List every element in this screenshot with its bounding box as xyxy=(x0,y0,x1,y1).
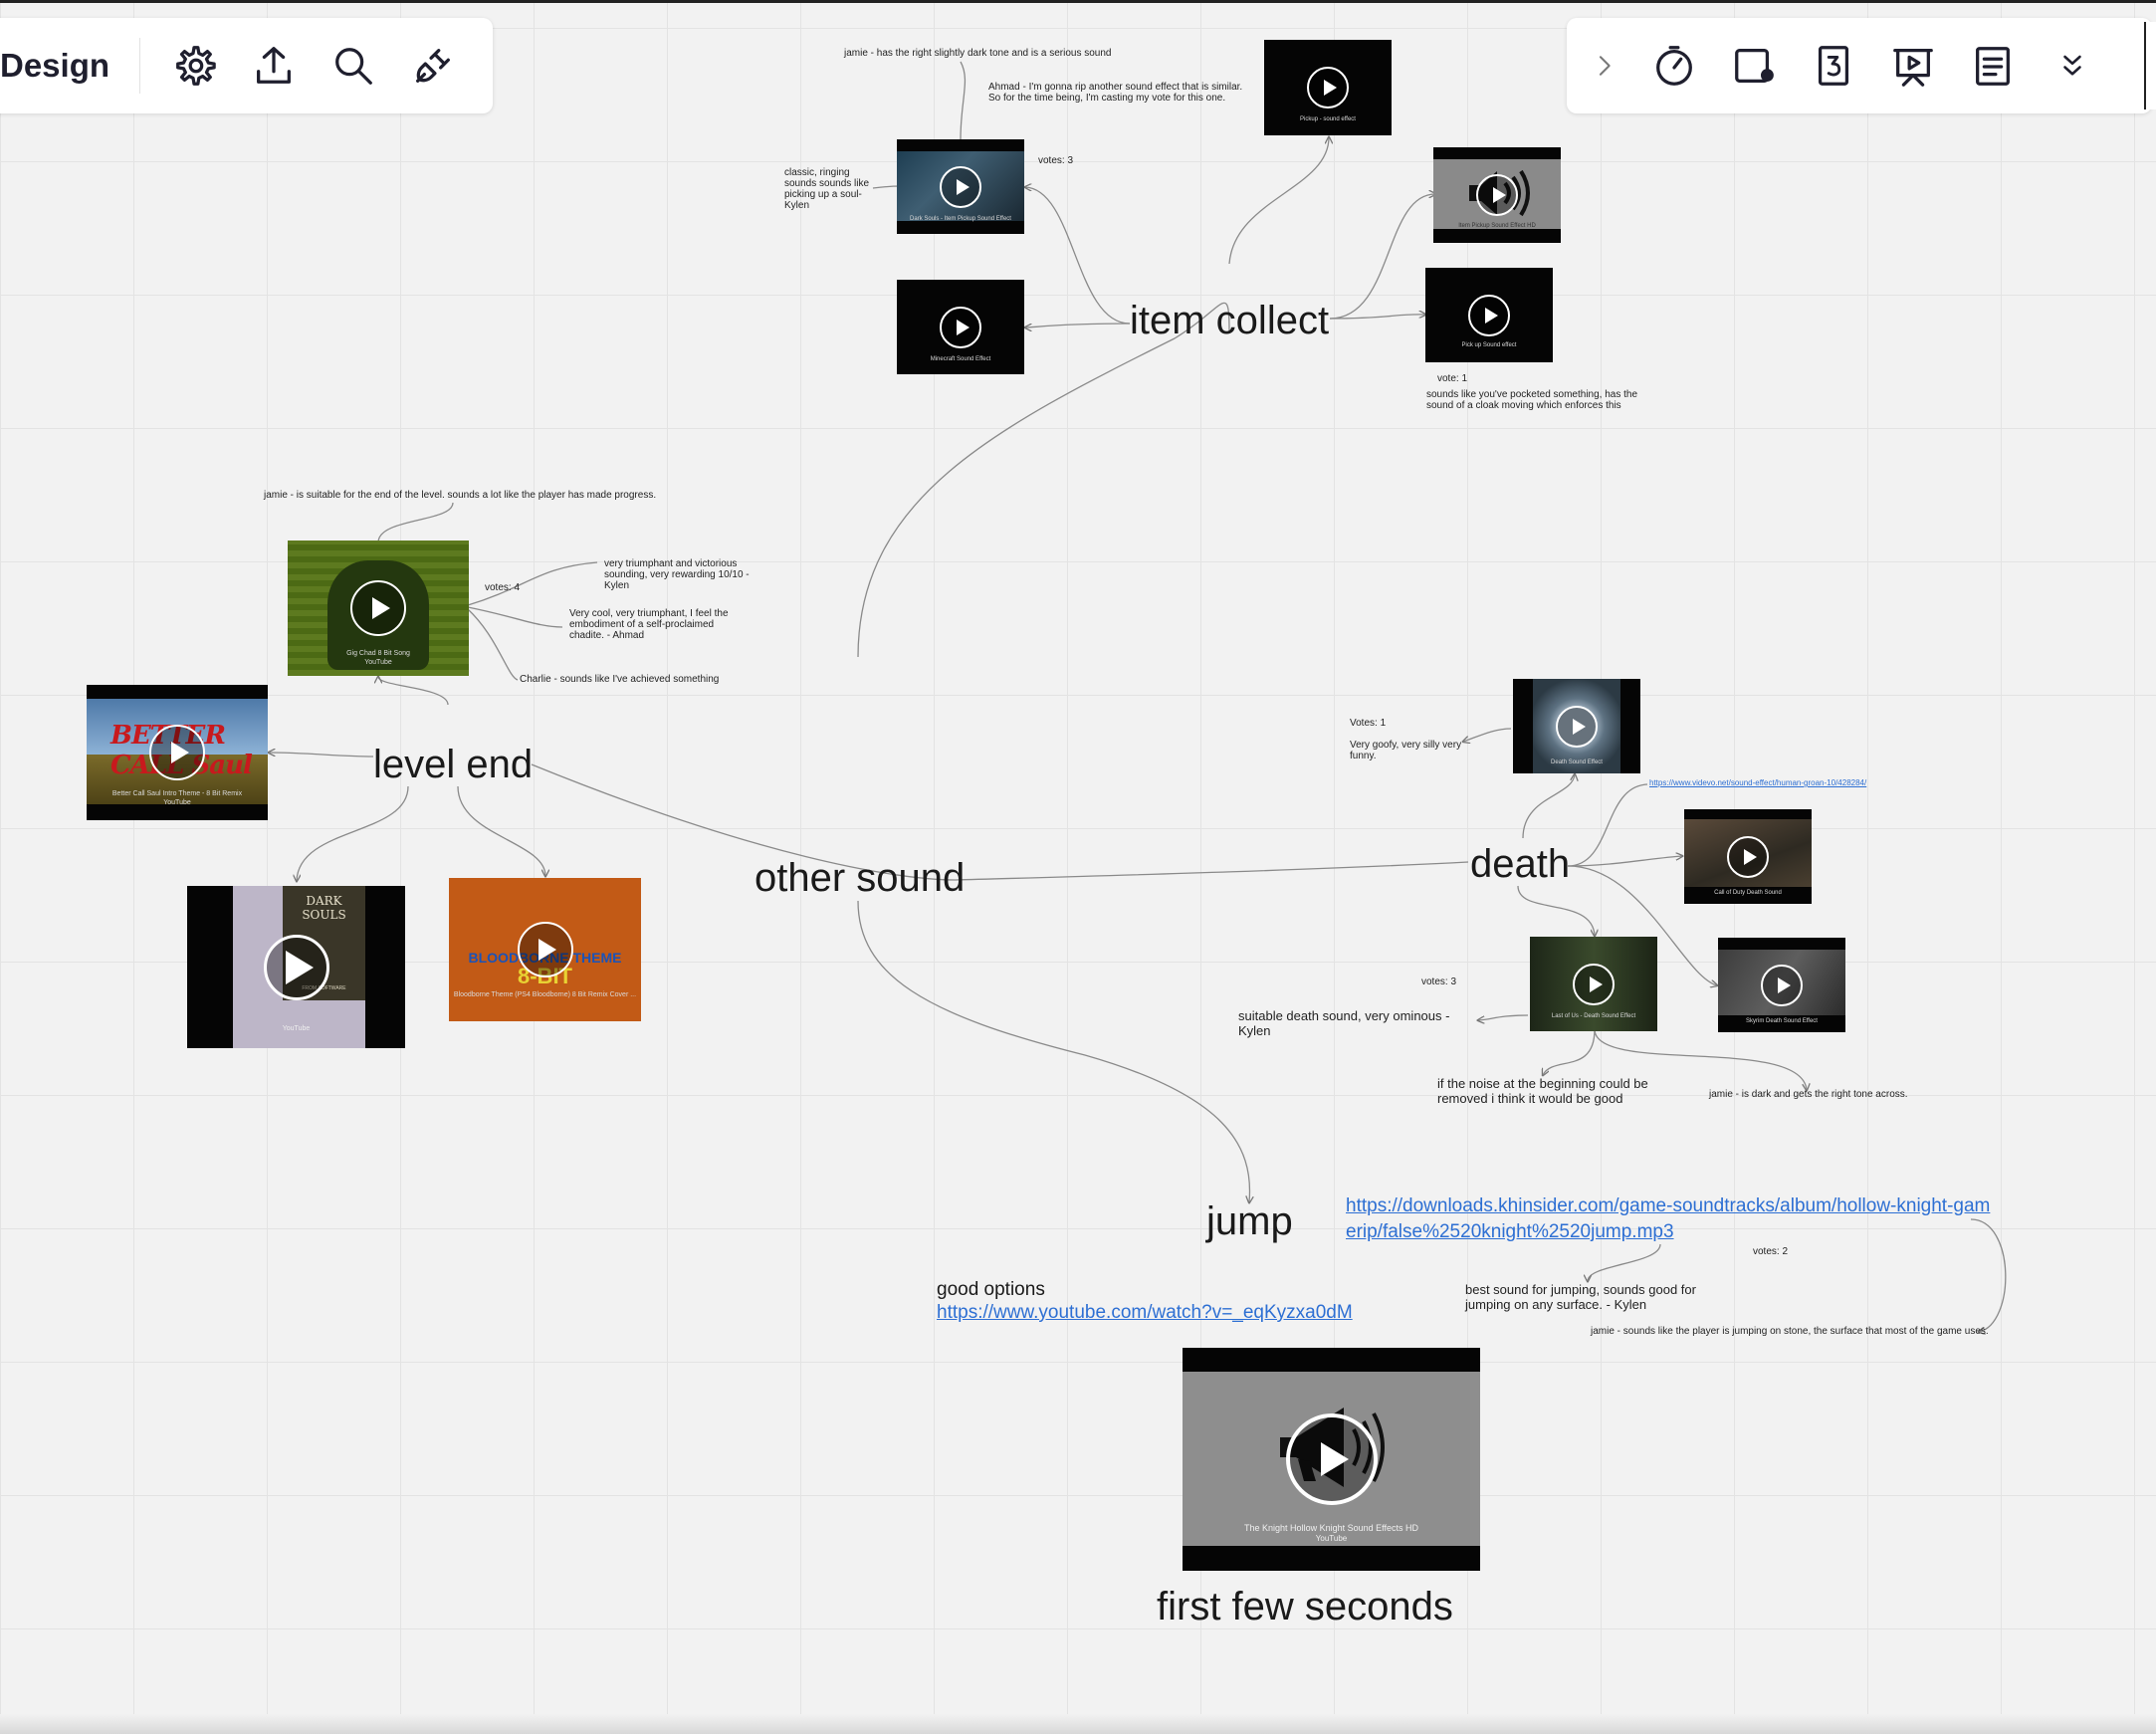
play-icon xyxy=(1573,963,1615,1005)
counter-button[interactable] xyxy=(1794,26,1873,106)
search-button[interactable] xyxy=(314,26,393,106)
note-kylen-level[interactable]: very triumphant and victorious sounding,… xyxy=(604,558,752,591)
play-icon xyxy=(1727,835,1769,878)
video-item-a[interactable]: Dark Souls - Item Pickup Sound Effect xyxy=(897,139,1024,234)
gear-icon xyxy=(176,46,216,86)
tools-toolbar xyxy=(1567,18,2152,113)
topic-level-end[interactable]: level end xyxy=(373,743,533,787)
expand-toolbar-button[interactable] xyxy=(1575,26,1634,106)
good-options-label: good options xyxy=(937,1279,1045,1300)
plug-icon xyxy=(416,49,450,83)
double-chevron-down-icon xyxy=(2063,55,2081,76)
export-button[interactable] xyxy=(234,26,314,106)
voting-button[interactable] xyxy=(1714,26,1794,106)
video-item-pickup[interactable]: Pickup - sound effect xyxy=(1264,40,1392,135)
video-jump-knight[interactable]: The Knight Hollow Knight Sound Effects H… xyxy=(1183,1348,1480,1571)
topic-other-sound[interactable]: other sound xyxy=(755,856,965,901)
upload-icon xyxy=(257,47,291,84)
note-ominous-death[interactable]: suitable death sound, very ominous - Kyl… xyxy=(1238,1008,1462,1038)
note-kylen-jump[interactable]: best sound for jumping, sounds good for … xyxy=(1465,1282,1734,1312)
note-goofy-death[interactable]: Very goofy, very silly very funny. xyxy=(1350,740,1467,761)
video-level-ds[interactable]: DARK SOULS FROM SOFTWARE YouTube xyxy=(187,886,405,1048)
note-votes-level[interactable]: votes: 4 xyxy=(485,582,520,593)
note-charlie-level[interactable]: Charlie - sounds like I've achieved some… xyxy=(520,674,768,685)
play-icon xyxy=(940,306,981,348)
play-icon xyxy=(1476,174,1518,216)
right-edge-panel xyxy=(2144,22,2156,109)
bottom-scroll-area xyxy=(0,1714,2156,1734)
video-level-bcs[interactable]: BETTER CALL Saul Better Call Saul Intro … xyxy=(87,685,268,820)
topic-death[interactable]: death xyxy=(1470,842,1570,887)
note-votes-death-a[interactable]: Votes: 1 xyxy=(1350,718,1386,729)
card-dot-icon xyxy=(1735,49,1774,83)
link-khinsider[interactable]: https://downloads.khinsider.com/game-sou… xyxy=(1346,1193,1993,1245)
play-icon xyxy=(1761,964,1803,1006)
board-toolbar: Design xyxy=(0,18,493,113)
link-youtube[interactable]: https://www.youtube.com/watch?v=_eqKyzxa… xyxy=(937,1301,1353,1325)
video-death-d[interactable]: Skyrim Death Sound Effect xyxy=(1718,938,1845,1032)
chevron-right-icon xyxy=(1599,56,1611,76)
counter-3-icon xyxy=(1818,46,1849,86)
good-options-note[interactable]: good options https://www.youtube.com/wat… xyxy=(937,1279,1353,1325)
play-icon xyxy=(1556,705,1598,748)
topic-jump[interactable]: jump xyxy=(1206,1199,1293,1244)
search-icon xyxy=(335,48,372,85)
mindmap-connectors xyxy=(0,61,2007,1734)
timer-icon xyxy=(1656,46,1692,86)
topic-item-collect[interactable]: item collect xyxy=(1130,299,1329,343)
presentation-icon xyxy=(1893,49,1933,87)
timer-button[interactable] xyxy=(1634,26,1714,106)
play-icon xyxy=(940,165,981,208)
note-jamie-death[interactable]: jamie - is dark and gets the right tone … xyxy=(1709,1089,1928,1100)
more-tools-button[interactable] xyxy=(2033,26,2112,106)
play-icon xyxy=(350,580,406,636)
video-death-b[interactable]: Call of Duty Death Sound xyxy=(1684,809,1812,904)
video-item-c[interactable]: Item Pickup Sound Effect HD xyxy=(1433,147,1561,243)
connector-other-death xyxy=(955,861,1469,881)
video-item-d[interactable]: Minecraft Sound Effect xyxy=(897,280,1024,374)
video-level-a[interactable]: Gig Chad 8 Bit Song YouTube xyxy=(288,541,469,676)
link-videvo[interactable]: https://www.videvo.net/sound-effect/huma… xyxy=(1649,778,1866,787)
board-title[interactable]: Design xyxy=(0,38,141,94)
play-icon xyxy=(517,922,573,977)
play-icon xyxy=(1307,67,1349,108)
connector-other-jump xyxy=(857,900,1250,1202)
note-ahmad-item[interactable]: Ahmad - I'm gonna rip another sound effe… xyxy=(988,82,1257,104)
topic-first-few-seconds[interactable]: first few seconds xyxy=(1157,1585,1453,1629)
video-death-a[interactable]: Death Sound Effect xyxy=(1513,679,1640,773)
play-icon xyxy=(149,725,205,780)
note-pocketed[interactable]: sounds like you've pocketed something, h… xyxy=(1426,389,1665,411)
note-votes-death-b[interactable]: votes: 3 xyxy=(1421,976,1456,987)
note-jamie-item[interactable]: jamie - has the right slightly dark tone… xyxy=(844,48,1153,59)
settings-button[interactable] xyxy=(154,26,234,106)
note-votes-item-b[interactable]: vote: 1 xyxy=(1437,373,1467,384)
play-icon xyxy=(1285,1413,1378,1505)
video-death-c[interactable]: Last of Us - Death Sound Effect xyxy=(1530,937,1657,1031)
notes-icon xyxy=(1976,47,2010,86)
note-jamie-level[interactable]: jamie - is suitable for the end of the l… xyxy=(264,490,682,501)
note-kylen-item[interactable]: classic, ringing sounds sounds like pick… xyxy=(784,167,872,211)
present-button[interactable] xyxy=(1873,26,1953,106)
play-icon xyxy=(263,934,329,1000)
note-noise-death[interactable]: if the noise at the beginning could be r… xyxy=(1437,1076,1656,1106)
ds-title: DARK SOULS xyxy=(302,894,346,922)
video-level-bb[interactable]: BLOODBORNE THEME 8-BIT Bloodborne Theme … xyxy=(449,878,641,1021)
integrations-button[interactable] xyxy=(393,26,473,106)
note-votes-item-a[interactable]: votes: 3 xyxy=(1038,155,1073,166)
video-item-e[interactable]: Pick up Sound effect xyxy=(1425,268,1553,362)
note-ahmad-level[interactable]: Very cool, very triumphant, I feel the e… xyxy=(569,608,729,641)
notes-button[interactable] xyxy=(1953,26,2033,106)
play-icon xyxy=(1468,294,1510,336)
note-votes-jump[interactable]: votes: 2 xyxy=(1753,1246,1788,1257)
note-jamie-jump[interactable]: jamie - sounds like the player is jumpin… xyxy=(1591,1326,1989,1337)
